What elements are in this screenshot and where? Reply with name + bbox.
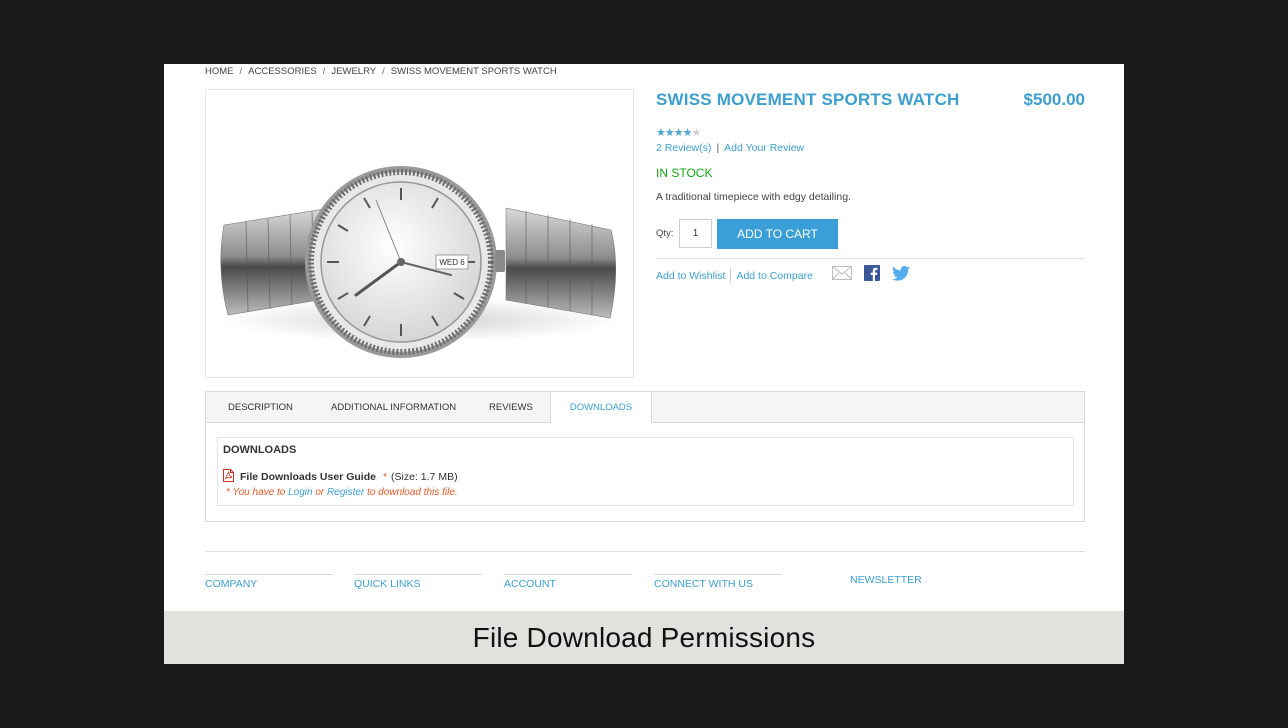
facebook-icon[interactable] (864, 265, 880, 281)
product-title: SWISS MOVEMENT SPORTS WATCH (656, 90, 960, 109)
footer-connect-with-us[interactable]: CONNECT WITH US (654, 574, 782, 590)
product-price: $500.00 (1023, 90, 1085, 109)
twitter-icon[interactable] (892, 265, 910, 281)
breadcrumb-jewelry[interactable]: JEWELRY (331, 66, 376, 77)
caption-banner: File Download Permissions (164, 611, 1124, 664)
footer-divider (205, 551, 1085, 552)
add-to-cart-button[interactable]: ADD TO CART (717, 219, 838, 249)
note-or: or (315, 487, 325, 498)
note-prefix: * You have to (226, 487, 286, 498)
star-icon: ★ (664, 127, 675, 139)
breadcrumb: HOME / ACCESSORIES / JEWELRY / SWISS MOVEMENT … (205, 66, 557, 77)
product-description: A traditional timepiece with edgy detail… (656, 191, 851, 203)
add-to-wishlist-link[interactable]: Add to Wishlist (656, 270, 725, 282)
add-review-link[interactable]: Add Your Review (724, 142, 804, 154)
qty-label: Qty: (656, 228, 674, 239)
note-suffix: to download this file. (367, 487, 458, 498)
qty-input[interactable] (679, 219, 712, 248)
footer-quick-links[interactable]: QUICK LINKS (354, 574, 482, 590)
breadcrumb-separator: / (382, 66, 385, 77)
tab-downloads[interactable]: DOWNLOADS (550, 392, 652, 423)
download-permission-note: * You have to Login or Register to downl… (226, 487, 458, 498)
breadcrumb-separator: / (239, 66, 243, 77)
star-empty-icon: ★ (691, 127, 702, 139)
star-icon: ★ (673, 127, 684, 139)
product-image[interactable]: WED 6 (205, 89, 634, 378)
reviews-count-link[interactable]: 2 Review(s) (656, 142, 711, 154)
rating-stars: ★★★★★ (656, 126, 702, 139)
download-file-size: (Size: 1.7 MB) (391, 471, 458, 483)
tab-bar: DESCRIPTION ADDITIONAL INFORMATION REVIE… (206, 392, 1084, 423)
pdf-icon (223, 469, 234, 485)
product-page: HOME / ACCESSORIES / JEWELRY / SWISS MOVEMENT … (164, 64, 1124, 611)
stock-status: IN STOCK (656, 166, 713, 180)
divider (656, 258, 1085, 259)
watch-image: WED 6 (220, 166, 621, 358)
tab-reviews[interactable]: REVIEWS (489, 392, 533, 422)
downloads-heading: DOWNLOADS (223, 444, 297, 456)
breadcrumb-accessories[interactable]: ACCESSORIES (248, 66, 317, 77)
footer-account[interactable]: ACCOUNT (504, 574, 632, 590)
login-link[interactable]: Login (288, 487, 312, 498)
watch-date-window: WED 6 (439, 258, 465, 267)
link-separator: | (716, 142, 720, 154)
product-actions: Add to Wishlist Add to Compare (656, 268, 813, 283)
link-separator (730, 268, 732, 283)
tab-description[interactable]: DESCRIPTION (228, 392, 293, 422)
breadcrumb-separator: / (322, 66, 326, 77)
product-tabs: DESCRIPTION ADDITIONAL INFORMATION REVIE… (205, 391, 1085, 522)
breadcrumb-home[interactable]: HOME (205, 66, 234, 77)
review-links: 2 Review(s) | Add Your Review (656, 142, 804, 154)
register-link[interactable]: Register (327, 487, 364, 498)
footer-newsletter[interactable]: NEWSLETTER (850, 574, 922, 586)
downloads-panel: DOWNLOADS File Downloads User Guide * (S… (217, 437, 1074, 506)
star-icon: ★ (682, 127, 693, 139)
star-icon: ★ (656, 127, 666, 139)
email-icon[interactable] (832, 266, 852, 280)
breadcrumb-current: SWISS MOVEMENT SPORTS WATCH (390, 66, 557, 77)
required-mark: * (382, 471, 388, 483)
download-file-name[interactable]: File Downloads User Guide (240, 471, 376, 483)
social-share (832, 265, 910, 281)
download-item: File Downloads User Guide * (Size: 1.7 M… (223, 469, 458, 485)
add-to-compare-link[interactable]: Add to Compare (736, 270, 812, 282)
tab-additional-information[interactable]: ADDITIONAL INFORMATION (331, 392, 456, 422)
footer-company[interactable]: COMPANY (205, 574, 333, 590)
